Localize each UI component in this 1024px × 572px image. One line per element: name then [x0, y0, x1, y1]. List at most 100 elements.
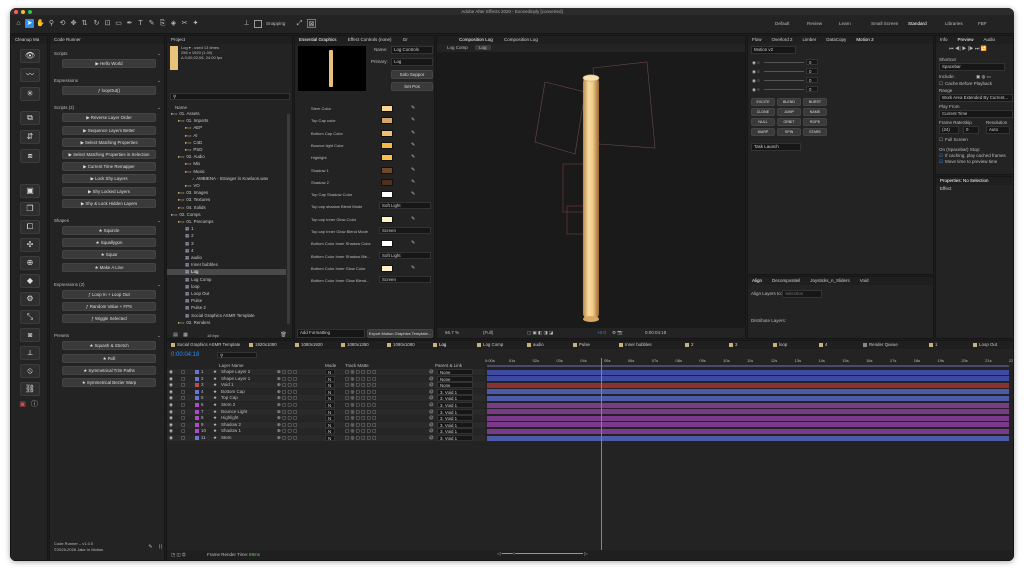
- roto-tool-icon[interactable]: ✂: [180, 19, 189, 28]
- layer-name[interactable]: Stem: [221, 435, 232, 441]
- anchor-tool-icon[interactable]: ⊡: [103, 19, 112, 28]
- layer-row[interactable]: ◉ ▢ 5 ★ Top Cap ⊕ ▢ ▢ ▢ N ▢ ◎ ▢ ▢ ▢ ▢ @3. Void 1: [167, 395, 485, 402]
- trkmat-icons[interactable]: ▢ ◎ ▢ ▢ ▢ ▢: [345, 389, 376, 395]
- replace-icon[interactable]: ⧠: [20, 220, 40, 234]
- project-item[interactable]: ▦ Loop Out: [167, 291, 286, 297]
- switches-icons[interactable]: ⊕ ▢ ▢ ▢: [277, 435, 297, 441]
- eg-name-field[interactable]: Log Controls: [391, 46, 433, 54]
- project-item[interactable]: ▦ audio: [167, 255, 286, 261]
- project-item[interactable]: ▦ Pulse: [167, 298, 286, 304]
- code-runner-item[interactable]: ★ Squallygon: [62, 238, 156, 248]
- label-color[interactable]: [195, 422, 199, 427]
- project-folder[interactable]: ▸▭ VO: [167, 183, 286, 189]
- project-folder[interactable]: ▸▭ AEP: [167, 125, 286, 131]
- project-folder[interactable]: ▸▭ 04. Solids: [167, 205, 286, 211]
- snap-option-icon[interactable]: ⤢: [295, 19, 304, 28]
- layer-name[interactable]: Stem 2: [221, 402, 235, 408]
- axis-icon[interactable]: ⊥: [242, 19, 251, 28]
- switches-icons[interactable]: ⊕ ▢ ▢ ▢: [277, 409, 297, 415]
- comp-subtab-log[interactable]: Log: [475, 45, 491, 50]
- lock-icon[interactable]: ▢: [181, 422, 185, 428]
- code-runner-item[interactable]: ▶ Shy Locked Layers: [62, 186, 156, 196]
- code-runner-item[interactable]: ★ Squircle: [62, 226, 156, 235]
- project-item[interactable]: ▦ Log: [167, 269, 286, 276]
- switches-icons[interactable]: ⊕ ▢ ▢ ▢: [277, 395, 297, 401]
- log-stem[interactable]: [583, 76, 599, 320]
- slider-value[interactable]: 0: [806, 59, 818, 65]
- comp-tab-2[interactable]: Composition Log: [504, 37, 538, 42]
- pen-tool-icon[interactable]: ✒: [125, 19, 134, 28]
- close-window-button[interactable]: [14, 9, 18, 14]
- range-select[interactable]: Work Area Extended By Current...: [939, 94, 1013, 102]
- label-color[interactable]: [195, 370, 199, 374]
- align-to-select[interactable]: Selection: [782, 290, 822, 298]
- slider-value[interactable]: 0: [806, 86, 818, 92]
- layer-row[interactable]: ◉ ▢ 2 ★ Shape Layer 1 ⊕ ▢ ▢ ▢ N ▢ ◎ ▢ ▢ ▢ ▢ @ Non…: [167, 375, 485, 382]
- slider-knob-icon[interactable]: ◉ ○: [752, 60, 760, 66]
- comp-timecode[interactable]: 0:00:04:18: [645, 328, 666, 338]
- lock-icon[interactable]: ▢: [181, 402, 185, 408]
- timeline-tab[interactable]: 2: [685, 341, 693, 349]
- label-color[interactable]: [195, 409, 199, 414]
- project-item[interactable]: ▦ Log Comp: [167, 277, 286, 283]
- code-runner-item[interactable]: ▶ Current Time Remapper: [62, 162, 156, 172]
- timeline-tab[interactable]: Inner bubbles: [619, 341, 652, 349]
- switches-icons[interactable]: ⊕ ▢ ▢ ▢: [277, 422, 297, 428]
- tab-motion-2[interactable]: Motion 2: [856, 37, 873, 42]
- eg-primary-select[interactable]: Log: [391, 58, 433, 66]
- timeline-tab[interactable]: Loop Out: [973, 341, 997, 349]
- code-runner-item[interactable]: ƒ loopOut(): [62, 86, 156, 96]
- code-runner-item[interactable]: ★ Make A Line: [62, 262, 156, 272]
- parent-select[interactable]: None: [437, 382, 473, 389]
- playhead[interactable]: [600, 358, 602, 560]
- workspace-standard[interactable]: Standard: [908, 21, 927, 26]
- layers-arrange-icon[interactable]: ⧉: [20, 111, 40, 125]
- timeline-search-input[interactable]: ⚲: [217, 352, 257, 358]
- eyedropper-icon[interactable]: ✎: [411, 240, 415, 246]
- timeline-tab[interactable]: 1080x1920: [295, 341, 323, 349]
- zoom-tool-icon[interactable]: ⚲: [47, 19, 56, 28]
- layer-name[interactable]: Top Cap: [221, 395, 238, 401]
- pickwhip-icon[interactable]: @: [429, 428, 434, 434]
- project-folder[interactable]: ▸▭ 01. Assets: [167, 111, 286, 117]
- pickwhip-icon[interactable]: @: [429, 382, 434, 388]
- include-toggles[interactable]: ▣ ◍ ▭: [976, 74, 991, 80]
- eye-icon[interactable]: ◉: [169, 389, 173, 395]
- layer-duration-bar[interactable]: [487, 402, 1009, 408]
- parent-select[interactable]: 3. Void 1: [437, 435, 473, 441]
- code-runner-item[interactable]: ▶ Lock Shy Layers: [62, 174, 156, 184]
- align-tab[interactable]: Joysticks_n_Sliders: [810, 278, 850, 283]
- switches-icons[interactable]: ⊕ ▢ ▢ ▢: [277, 382, 297, 388]
- duplicate-icon[interactable]: ❐: [20, 202, 40, 216]
- chevron-down-icon[interactable]: ⌄: [157, 218, 161, 224]
- layer-name[interactable]: Shape Layer 1: [221, 376, 250, 382]
- project-search-input[interactable]: ⚲: [170, 93, 290, 100]
- timeline-tab[interactable]: Pulse: [573, 341, 590, 349]
- lock-icon[interactable]: ▢: [181, 415, 185, 421]
- eyedropper-icon[interactable]: ✎: [411, 117, 415, 123]
- trkmat-icons[interactable]: ▢ ◎ ▢ ▢ ▢ ▢: [345, 369, 376, 375]
- color-swatch[interactable]: [381, 240, 393, 248]
- pan-tool-icon[interactable]: ✥: [69, 19, 78, 28]
- label-color[interactable]: [195, 416, 199, 421]
- layer-name[interactable]: Shadow 2: [221, 422, 241, 428]
- camera-snapshot-icon[interactable]: ⚙ 📷: [612, 328, 623, 338]
- viewer-tools-icons[interactable]: ▢ ▣ ◧ ◨ ◪: [527, 328, 553, 338]
- shortcut-select[interactable]: Spacebar: [939, 63, 1005, 71]
- crosshair-icon[interactable]: ⊕: [20, 256, 40, 270]
- sparkle-icon[interactable]: ✳: [20, 87, 40, 101]
- new-folder-icon[interactable]: ▤: [171, 331, 180, 338]
- project-item[interactable]: ▦ 3: [167, 241, 286, 247]
- mode-select[interactable]: N: [325, 408, 335, 415]
- project-folder[interactable]: ▸▭ Mix: [167, 161, 286, 167]
- precompose-icon[interactable]: ▣: [20, 184, 40, 198]
- lock-icon[interactable]: ▢: [181, 376, 185, 382]
- task-launch-select[interactable]: Task Launch: [751, 143, 801, 151]
- name-button[interactable]: NAME: [803, 108, 827, 116]
- code-runner-item[interactable]: ƒ Random Value + FPS: [62, 302, 156, 311]
- eyedropper-icon[interactable]: ✎: [411, 265, 415, 271]
- code-runner-item[interactable]: ▶ Reverse Layer Order: [62, 113, 156, 123]
- tab-datacopy[interactable]: DataCopy: [826, 37, 846, 42]
- trkmat-icons[interactable]: ▢ ◎ ▢ ▢ ▢ ▢: [345, 415, 376, 421]
- pickwhip-icon[interactable]: @: [429, 395, 434, 401]
